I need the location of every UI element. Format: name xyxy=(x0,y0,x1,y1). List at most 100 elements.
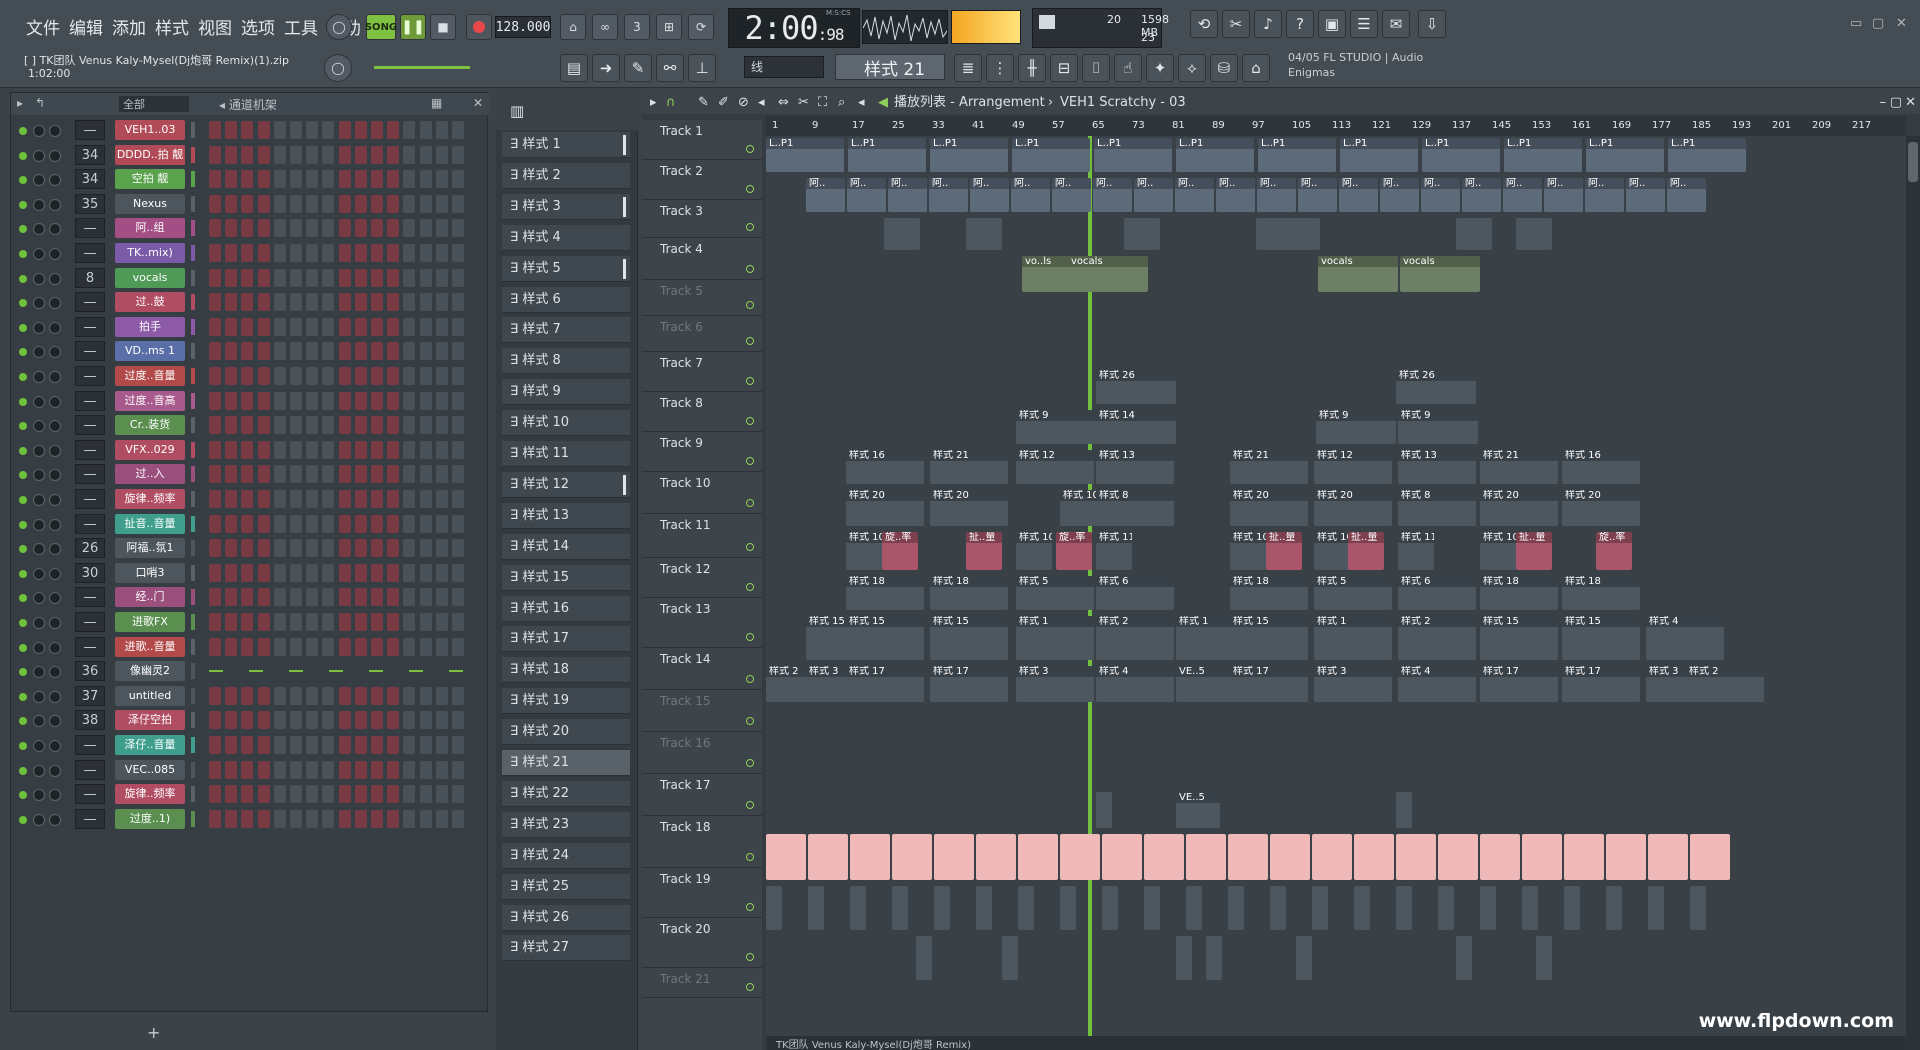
playlist-clip[interactable]: L..P1 xyxy=(930,138,1008,172)
step-button[interactable] xyxy=(435,465,448,484)
step-button[interactable] xyxy=(241,514,254,533)
pattern-item[interactable]: ∃ 样式 5 xyxy=(502,255,630,282)
channel-led[interactable] xyxy=(19,176,27,185)
paint-tool-icon[interactable]: ✐ xyxy=(718,92,729,114)
step-button[interactable] xyxy=(241,809,254,828)
step-button[interactable] xyxy=(257,440,270,459)
step-button[interactable] xyxy=(338,760,351,779)
step-button[interactable] xyxy=(338,170,351,189)
step-button[interactable] xyxy=(338,514,351,533)
channel-row[interactable]: — 经..门 xyxy=(11,586,489,610)
playlist-clip[interactable]: 样式 15 xyxy=(1480,616,1558,660)
step-button[interactable] xyxy=(241,293,254,312)
menu-item-1[interactable]: 编辑 xyxy=(69,14,103,39)
step-button[interactable] xyxy=(257,416,270,435)
step-button[interactable] xyxy=(241,736,254,754)
step-button[interactable] xyxy=(241,760,254,779)
channel-mixer-number[interactable]: — xyxy=(75,415,105,436)
step-sequencer[interactable] xyxy=(209,244,471,264)
playlist-clip[interactable]: 样式 9 xyxy=(1316,410,1396,444)
step-button[interactable] xyxy=(354,588,367,607)
step-button[interactable] xyxy=(387,809,400,828)
step-button[interactable] xyxy=(371,563,383,582)
step-button[interactable] xyxy=(209,514,221,533)
playlist-clip[interactable]: vocals xyxy=(1400,256,1480,292)
volume-knob[interactable] xyxy=(49,617,61,629)
playlist-clip[interactable] xyxy=(1354,886,1370,930)
playlist-clip[interactable]: L..P1 xyxy=(1668,138,1746,172)
mic-icon[interactable]: ♪ xyxy=(1254,10,1282,38)
volume-knob[interactable] xyxy=(49,248,61,260)
channel-name-button[interactable]: 扯音..音量 xyxy=(115,513,185,534)
step-button[interactable] xyxy=(403,760,416,779)
step-button[interactable] xyxy=(241,440,254,459)
minimize-icon[interactable]: ▭ xyxy=(1850,16,1862,31)
playlist-clip[interactable] xyxy=(1270,886,1286,930)
step-button[interactable] xyxy=(435,416,448,435)
step-button[interactable] xyxy=(452,416,464,435)
step-button[interactable] xyxy=(273,440,286,459)
step-button[interactable] xyxy=(419,563,432,582)
step-button[interactable] xyxy=(225,145,238,164)
step-button[interactable] xyxy=(257,539,270,558)
step-button[interactable] xyxy=(354,514,367,533)
channel-rack-icon[interactable]: ⋮ xyxy=(986,54,1014,82)
step-button[interactable] xyxy=(306,170,319,189)
step-button[interactable] xyxy=(371,293,383,312)
step-button[interactable] xyxy=(419,268,432,287)
playlist-clip[interactable]: 样式 8 xyxy=(1398,490,1476,526)
track-mute-led[interactable] xyxy=(746,675,754,683)
step-button[interactable] xyxy=(257,711,270,730)
step-button[interactable] xyxy=(452,736,464,754)
step-button[interactable] xyxy=(257,219,270,238)
step-button[interactable] xyxy=(241,194,254,213)
pattern-item[interactable]: ∃ 样式 4 xyxy=(502,224,630,251)
step-sequencer[interactable] xyxy=(209,613,471,633)
playlist-clip[interactable]: 样式 9 xyxy=(1016,410,1096,444)
track-header[interactable]: Track 16 xyxy=(642,732,762,774)
step-button[interactable] xyxy=(435,219,448,238)
playlist-clip[interactable] xyxy=(1176,936,1192,980)
playlist-clip[interactable]: 样式 9 xyxy=(1398,410,1478,444)
playlist-clip[interactable]: 样式 4 xyxy=(1646,616,1724,660)
step-button[interactable] xyxy=(257,268,270,287)
step-button[interactable] xyxy=(225,465,238,484)
step-button[interactable] xyxy=(435,121,448,139)
step-button[interactable] xyxy=(257,563,270,582)
step-button[interactable] xyxy=(322,268,335,287)
step-button[interactable] xyxy=(225,809,238,828)
step-button[interactable] xyxy=(209,342,221,361)
playlist-clip[interactable] xyxy=(1124,218,1160,250)
step-button[interactable] xyxy=(225,170,238,189)
volume-knob[interactable] xyxy=(49,543,61,556)
pattern-item[interactable]: ∃ 样式 7 xyxy=(502,317,630,344)
step-sequencer[interactable] xyxy=(209,736,471,756)
step-button[interactable] xyxy=(371,539,383,558)
step-button[interactable] xyxy=(371,121,383,139)
channel-led[interactable] xyxy=(19,766,27,775)
step-button[interactable] xyxy=(452,711,464,730)
step-button[interactable] xyxy=(452,514,464,533)
channel-row[interactable]: 37 untitled xyxy=(11,685,489,709)
channel-mixer-number[interactable]: 37 xyxy=(75,685,105,706)
step-sequencer[interactable] xyxy=(209,170,471,190)
step-button[interactable] xyxy=(354,809,367,828)
playlist-clip[interactable] xyxy=(1018,834,1058,880)
step-button[interactable] xyxy=(419,637,432,656)
step-button[interactable] xyxy=(338,194,351,213)
step-button[interactable] xyxy=(257,367,270,385)
channel-select-bar[interactable] xyxy=(191,589,195,606)
volume-knob[interactable] xyxy=(49,395,61,408)
step-button[interactable] xyxy=(419,121,432,139)
playlist-clip[interactable] xyxy=(1536,936,1552,980)
pattern-item[interactable]: ∃ 样式 19 xyxy=(502,688,630,715)
step-button[interactable] xyxy=(290,514,302,533)
step-sequencer[interactable] xyxy=(209,268,471,289)
step-button[interactable] xyxy=(225,416,238,435)
playlist-clip[interactable] xyxy=(1228,834,1268,880)
step-button[interactable] xyxy=(225,760,238,779)
playlist-clip[interactable] xyxy=(892,834,932,880)
channel-name-button[interactable]: vocals xyxy=(115,267,185,288)
track-mute-led[interactable] xyxy=(746,145,754,153)
step-button[interactable] xyxy=(290,440,302,459)
